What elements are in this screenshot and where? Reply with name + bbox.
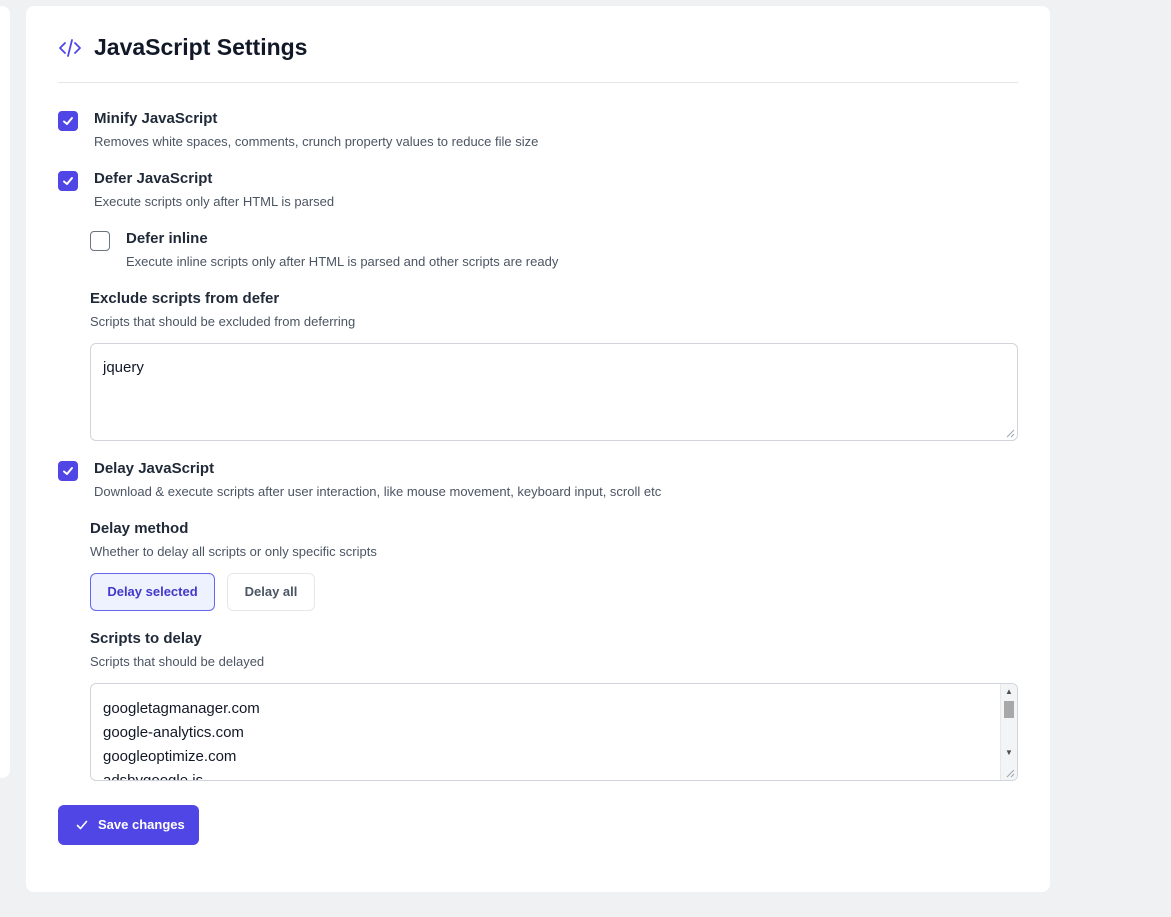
- delay-selected-button[interactable]: Delay selected: [90, 573, 215, 611]
- checkmark-icon: [63, 467, 73, 475]
- scripts-to-delay-textarea[interactable]: googletagmanager.com google-analytics.co…: [90, 683, 1018, 781]
- delay-javascript-label[interactable]: Delay JavaScript: [94, 460, 214, 477]
- javascript-settings-card: JavaScript Settings Minify JavaScript Re…: [26, 6, 1050, 892]
- code-icon: [59, 39, 81, 57]
- scripts-to-delay-scrollbar[interactable]: ▲ ▼: [1000, 684, 1017, 780]
- checkmark-icon: [63, 117, 73, 125]
- defer-inline-description: Execute inline scripts only after HTML i…: [126, 254, 559, 269]
- delay-all-button[interactable]: Delay all: [227, 573, 315, 611]
- resize-grip-icon[interactable]: [1006, 769, 1015, 778]
- save-changes-label: Save changes: [98, 817, 185, 832]
- exclude-defer-textarea[interactable]: jquery: [90, 343, 1018, 441]
- checkmark-icon: [63, 177, 73, 185]
- delay-javascript-description: Download & execute scripts after user in…: [94, 484, 662, 499]
- check-icon: [76, 820, 88, 830]
- card-header: JavaScript Settings: [58, 32, 1018, 83]
- scripts-to-delay-description: Scripts that should be delayed: [90, 654, 265, 669]
- minify-javascript-checkbox[interactable]: [58, 111, 78, 131]
- scripts-to-delay-label: Scripts to delay: [90, 630, 202, 647]
- delay-javascript-checkbox[interactable]: [58, 461, 78, 481]
- scroll-down-icon[interactable]: ▼: [1005, 748, 1013, 758]
- save-changes-button[interactable]: Save changes: [58, 805, 199, 845]
- exclude-defer-value: jquery: [103, 359, 144, 376]
- defer-javascript-description: Execute scripts only after HTML is parse…: [94, 194, 335, 209]
- minify-javascript-description: Removes white spaces, comments, crunch p…: [94, 134, 539, 149]
- scripts-to-delay-value: googletagmanager.com google-analytics.co…: [103, 700, 260, 781]
- defer-inline-label[interactable]: Defer inline: [126, 230, 208, 247]
- page-title: JavaScript Settings: [94, 34, 308, 60]
- exclude-defer-label: Exclude scripts from defer: [90, 290, 280, 307]
- defer-javascript-checkbox[interactable]: [58, 171, 78, 191]
- left-panel: [0, 6, 10, 778]
- minify-javascript-label[interactable]: Minify JavaScript: [94, 110, 217, 127]
- delay-method-description: Whether to delay all scripts or only spe…: [90, 544, 377, 559]
- delay-method-label: Delay method: [90, 520, 189, 537]
- scroll-up-icon[interactable]: ▲: [1005, 687, 1013, 697]
- scroll-thumb[interactable]: [1004, 701, 1014, 718]
- resize-grip-icon[interactable]: [1006, 429, 1015, 438]
- defer-javascript-label[interactable]: Defer JavaScript: [94, 170, 212, 187]
- defer-inline-checkbox[interactable]: [90, 231, 110, 251]
- exclude-defer-description: Scripts that should be excluded from def…: [90, 314, 356, 329]
